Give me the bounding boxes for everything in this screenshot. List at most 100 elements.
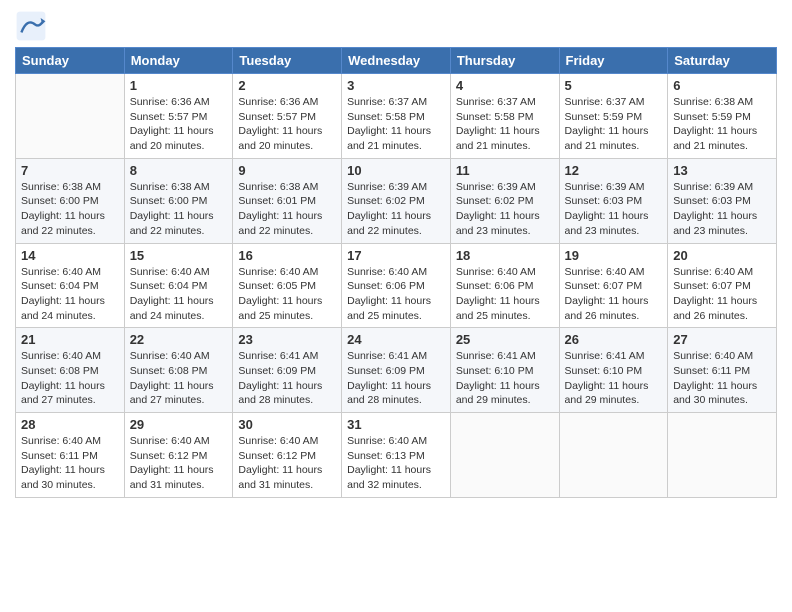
calendar-cell: 15Sunrise: 6:40 AM Sunset: 6:04 PM Dayli… (124, 243, 233, 328)
logo (15, 10, 51, 42)
calendar-cell: 21 Sunrise: 6:40 AM Sunset: 6:08 PM Dayli… (16, 328, 125, 413)
day-info: Sunrise: 6:40 AM Sunset: 6:08 PM Dayligh… (130, 349, 228, 408)
calendar-cell: 2 Sunrise: 6:36 AM Sunset: 5:57 PM Daylig… (233, 74, 342, 159)
day-number: 25 (456, 332, 554, 347)
logo-icon (15, 10, 47, 42)
day-number: 24 (347, 332, 445, 347)
day-info: Sunrise: 6:40 AM Sunset: 6:13 PM Dayligh… (347, 434, 445, 493)
header (15, 10, 777, 42)
day-number: 29 (130, 417, 228, 432)
day-number: 23 (238, 332, 336, 347)
day-number: 6 (673, 78, 771, 93)
calendar-cell: 17Sunrise: 6:40 AM Sunset: 6:06 PM Dayli… (342, 243, 451, 328)
calendar-cell: 4 Sunrise: 6:37 AM Sunset: 5:58 PM Daylig… (450, 74, 559, 159)
day-number: 21 (21, 332, 119, 347)
day-info: Sunrise: 6:40 AM Sunset: 6:04 PM Dayligh… (21, 265, 119, 324)
calendar-weekday-thursday: Thursday (450, 48, 559, 74)
day-info: Sunrise: 6:38 AM Sunset: 5:59 PM Dayligh… (673, 95, 771, 154)
day-number: 1 (130, 78, 228, 93)
calendar-week-row: 1 Sunrise: 6:36 AM Sunset: 5:57 PM Daylig… (16, 74, 777, 159)
calendar-cell: 18Sunrise: 6:40 AM Sunset: 6:06 PM Dayli… (450, 243, 559, 328)
calendar-cell (450, 413, 559, 498)
day-info: Sunrise: 6:39 AM Sunset: 6:02 PM Dayligh… (347, 180, 445, 239)
calendar-week-row: 14 Sunrise: 6:40 AM Sunset: 6:04 PM Dayli… (16, 243, 777, 328)
calendar-cell: 7 Sunrise: 6:38 AM Sunset: 6:00 PM Daylig… (16, 158, 125, 243)
calendar-weekday-sunday: Sunday (16, 48, 125, 74)
calendar-cell: 12 Sunrise: 6:39 AM Sunset: 6:03 PM Dayli… (559, 158, 668, 243)
day-info: Sunrise: 6:37 AM Sunset: 5:58 PM Dayligh… (456, 95, 554, 154)
day-number: 4 (456, 78, 554, 93)
day-info: Sunrise: 6:39 AM Sunset: 6:03 PM Dayligh… (565, 180, 663, 239)
calendar-weekday-monday: Monday (124, 48, 233, 74)
calendar-cell: 16 Sunrise: 6:40 AM Sunset: 6:05 PM Dayli… (233, 243, 342, 328)
day-info: Sunrise: 6:40 AM Sunset: 6:11 PM Dayligh… (673, 349, 771, 408)
day-number: 9 (238, 163, 336, 178)
calendar-cell: 26 Sunrise: 6:41 AM Sunset: 6:10 PM Dayli… (559, 328, 668, 413)
day-number: 20 (673, 248, 771, 263)
day-info: Sunrise: 6:38 AM Sunset: 6:01 PM Dayligh… (238, 180, 336, 239)
calendar-cell: 27 Sunrise: 6:40 AM Sunset: 6:11 PM Dayli… (668, 328, 777, 413)
calendar-weekday-tuesday: Tuesday (233, 48, 342, 74)
calendar-cell: 5 Sunrise: 6:37 AM Sunset: 5:59 PM Daylig… (559, 74, 668, 159)
day-info: Sunrise: 6:36 AM Sunset: 5:57 PM Dayligh… (130, 95, 228, 154)
day-number: 27 (673, 332, 771, 347)
day-info: Sunrise: 6:40 AM Sunset: 6:12 PM Dayligh… (238, 434, 336, 493)
calendar-cell: 28 Sunrise: 6:40 AM Sunset: 6:11 PM Dayli… (16, 413, 125, 498)
calendar-cell (668, 413, 777, 498)
calendar-cell: 24 Sunrise: 6:41 AM Sunset: 6:09 PM Dayli… (342, 328, 451, 413)
day-info: Sunrise: 6:37 AM Sunset: 5:58 PM Dayligh… (347, 95, 445, 154)
day-info: Sunrise: 6:38 AM Sunset: 6:00 PM Dayligh… (21, 180, 119, 239)
calendar-cell: 1 Sunrise: 6:36 AM Sunset: 5:57 PM Daylig… (124, 74, 233, 159)
day-number: 5 (565, 78, 663, 93)
calendar-weekday-saturday: Saturday (668, 48, 777, 74)
day-info: Sunrise: 6:36 AM Sunset: 5:57 PM Dayligh… (238, 95, 336, 154)
day-info: Sunrise: 6:40 AM Sunset: 6:06 PM Dayligh… (456, 265, 554, 324)
day-number: 13 (673, 163, 771, 178)
day-info: Sunrise: 6:37 AM Sunset: 5:59 PM Dayligh… (565, 95, 663, 154)
calendar-week-row: 28 Sunrise: 6:40 AM Sunset: 6:11 PM Dayli… (16, 413, 777, 498)
day-number: 15 (130, 248, 228, 263)
day-info: Sunrise: 6:41 AM Sunset: 6:09 PM Dayligh… (347, 349, 445, 408)
calendar-cell: 20 Sunrise: 6:40 AM Sunset: 6:07 PM Dayli… (668, 243, 777, 328)
day-number: 28 (21, 417, 119, 432)
day-info: Sunrise: 6:38 AM Sunset: 6:00 PM Dayligh… (130, 180, 228, 239)
day-number: 31 (347, 417, 445, 432)
calendar-week-row: 21 Sunrise: 6:40 AM Sunset: 6:08 PM Dayli… (16, 328, 777, 413)
day-info: Sunrise: 6:40 AM Sunset: 6:11 PM Dayligh… (21, 434, 119, 493)
calendar-cell: 25 Sunrise: 6:41 AM Sunset: 6:10 PM Dayli… (450, 328, 559, 413)
calendar-cell: 29Sunrise: 6:40 AM Sunset: 6:12 PM Dayli… (124, 413, 233, 498)
calendar-cell: 11Sunrise: 6:39 AM Sunset: 6:02 PM Dayli… (450, 158, 559, 243)
day-number: 7 (21, 163, 119, 178)
calendar-cell: 8 Sunrise: 6:38 AM Sunset: 6:00 PM Daylig… (124, 158, 233, 243)
calendar-week-row: 7 Sunrise: 6:38 AM Sunset: 6:00 PM Daylig… (16, 158, 777, 243)
day-number: 19 (565, 248, 663, 263)
day-info: Sunrise: 6:41 AM Sunset: 6:10 PM Dayligh… (456, 349, 554, 408)
day-info: Sunrise: 6:41 AM Sunset: 6:10 PM Dayligh… (565, 349, 663, 408)
day-number: 10 (347, 163, 445, 178)
day-number: 8 (130, 163, 228, 178)
day-number: 2 (238, 78, 336, 93)
calendar-header-row: SundayMondayTuesdayWednesdayThursdayFrid… (16, 48, 777, 74)
page: SundayMondayTuesdayWednesdayThursdayFrid… (0, 0, 792, 508)
day-number: 17 (347, 248, 445, 263)
day-number: 30 (238, 417, 336, 432)
calendar-cell: 23 Sunrise: 6:41 AM Sunset: 6:09 PM Dayli… (233, 328, 342, 413)
calendar-cell: 13Sunrise: 6:39 AM Sunset: 6:03 PM Dayli… (668, 158, 777, 243)
calendar-cell: 31 Sunrise: 6:40 AM Sunset: 6:13 PM Dayli… (342, 413, 451, 498)
calendar-cell (559, 413, 668, 498)
day-number: 14 (21, 248, 119, 263)
day-info: Sunrise: 6:40 AM Sunset: 6:07 PM Dayligh… (673, 265, 771, 324)
day-number: 12 (565, 163, 663, 178)
day-number: 16 (238, 248, 336, 263)
day-info: Sunrise: 6:40 AM Sunset: 6:08 PM Dayligh… (21, 349, 119, 408)
day-number: 22 (130, 332, 228, 347)
day-info: Sunrise: 6:40 AM Sunset: 6:07 PM Dayligh… (565, 265, 663, 324)
day-number: 11 (456, 163, 554, 178)
calendar-table: SundayMondayTuesdayWednesdayThursdayFrid… (15, 47, 777, 498)
calendar-cell: 30 Sunrise: 6:40 AM Sunset: 6:12 PM Dayli… (233, 413, 342, 498)
day-info: Sunrise: 6:40 AM Sunset: 6:05 PM Dayligh… (238, 265, 336, 324)
day-info: Sunrise: 6:41 AM Sunset: 6:09 PM Dayligh… (238, 349, 336, 408)
calendar-cell: 14 Sunrise: 6:40 AM Sunset: 6:04 PM Dayli… (16, 243, 125, 328)
day-number: 26 (565, 332, 663, 347)
day-number: 3 (347, 78, 445, 93)
